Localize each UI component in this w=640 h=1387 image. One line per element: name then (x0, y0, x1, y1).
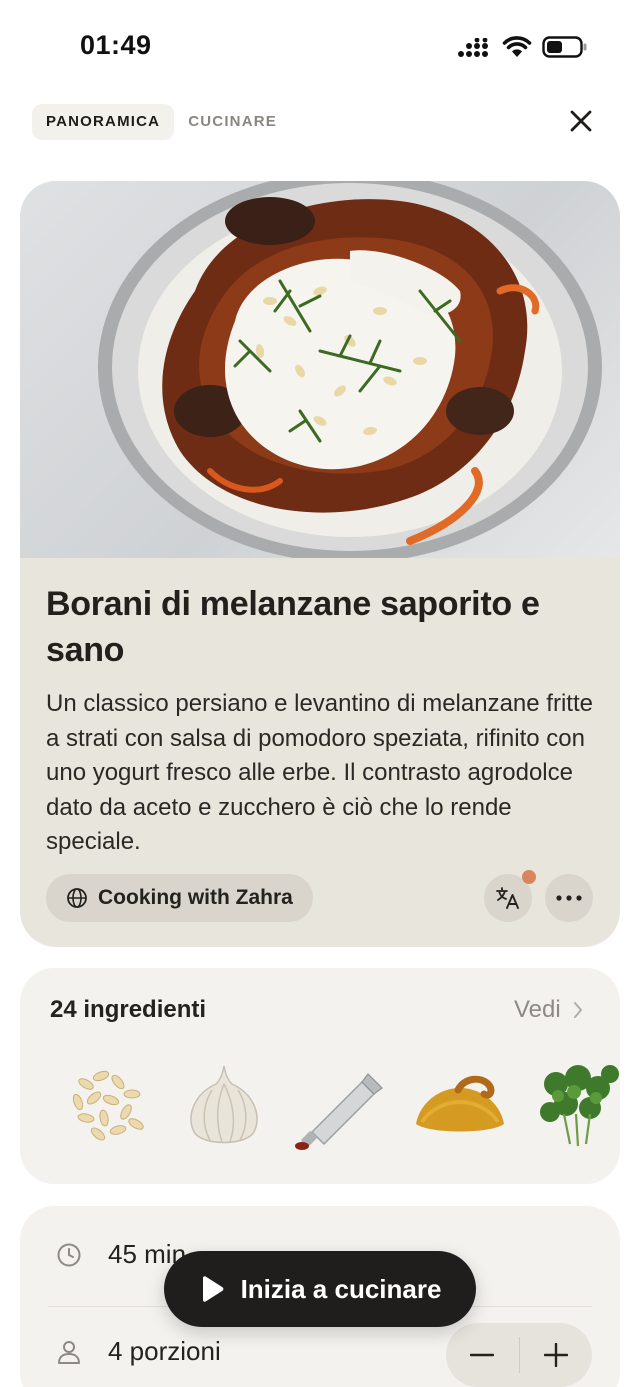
recipe-info: Borani di melanzane saporito e sano Un c… (46, 581, 600, 860)
see-all-label: Vedi (514, 996, 561, 1023)
translate-icon (496, 887, 519, 909)
play-icon (202, 1276, 223, 1302)
battery-icon (542, 36, 587, 58)
recipe-description: Un classico persiano e levantino di mela… (46, 690, 593, 855)
see-all-ingredients-link[interactable]: Vedi (514, 996, 583, 1024)
garlic-thumbnail (190, 1065, 258, 1144)
close-button[interactable] (564, 104, 598, 138)
recipe-source-label: Cooking with Zahra (98, 886, 293, 909)
minus-icon (470, 1353, 495, 1357)
servings-label: 4 porzioni (108, 1336, 221, 1366)
wifi-icon (502, 36, 532, 57)
person-icon (58, 1340, 80, 1364)
pine-nuts-thumbnail (72, 1070, 144, 1141)
servings-stepper (446, 1323, 592, 1387)
time-row: 45 min (56, 1239, 186, 1270)
servings-row: 4 porzioni (56, 1336, 221, 1367)
tab-cook[interactable]: CUCINARE (174, 104, 291, 140)
view-tabs: PANORAMICA CUCINARE (32, 104, 291, 140)
ingredients-count: 24 ingredienti (50, 996, 207, 1023)
cellular-signal-icon (458, 38, 488, 57)
start-cooking-button[interactable]: Inizia a cucinare (164, 1251, 476, 1327)
notification-dot (522, 870, 536, 884)
status-bar: 01:49 (0, 0, 640, 96)
ingredients-card[interactable]: 24 ingredienti Vedi (20, 968, 620, 1184)
status-time: 01:49 (80, 30, 152, 60)
chevron-right-icon (573, 1002, 582, 1018)
clock-icon (57, 1243, 81, 1266)
turmeric-thumbnail (416, 1075, 504, 1132)
more-options-button[interactable] (545, 874, 593, 922)
cilantro-thumbnail (540, 1065, 619, 1147)
globe-icon (67, 888, 87, 908)
recipe-hero-card: Borani di melanzane saporito e sano Un c… (20, 181, 620, 947)
tab-overview[interactable]: PANORAMICA (32, 104, 175, 140)
plus-icon (543, 1343, 568, 1367)
recipe-source-chip[interactable]: Cooking with Zahra (46, 874, 313, 922)
decrease-servings-button[interactable] (446, 1323, 519, 1387)
start-cooking-label: Inizia a cucinare (240, 1273, 442, 1304)
close-icon (570, 110, 592, 132)
ellipsis-icon (556, 895, 582, 901)
recipe-title: Borani di melanzane saporito e sano (46, 585, 540, 669)
increase-servings-button[interactable] (520, 1323, 593, 1387)
tomato-paste-tube-thumbnail (295, 1073, 383, 1150)
recipe-photo (20, 181, 620, 558)
